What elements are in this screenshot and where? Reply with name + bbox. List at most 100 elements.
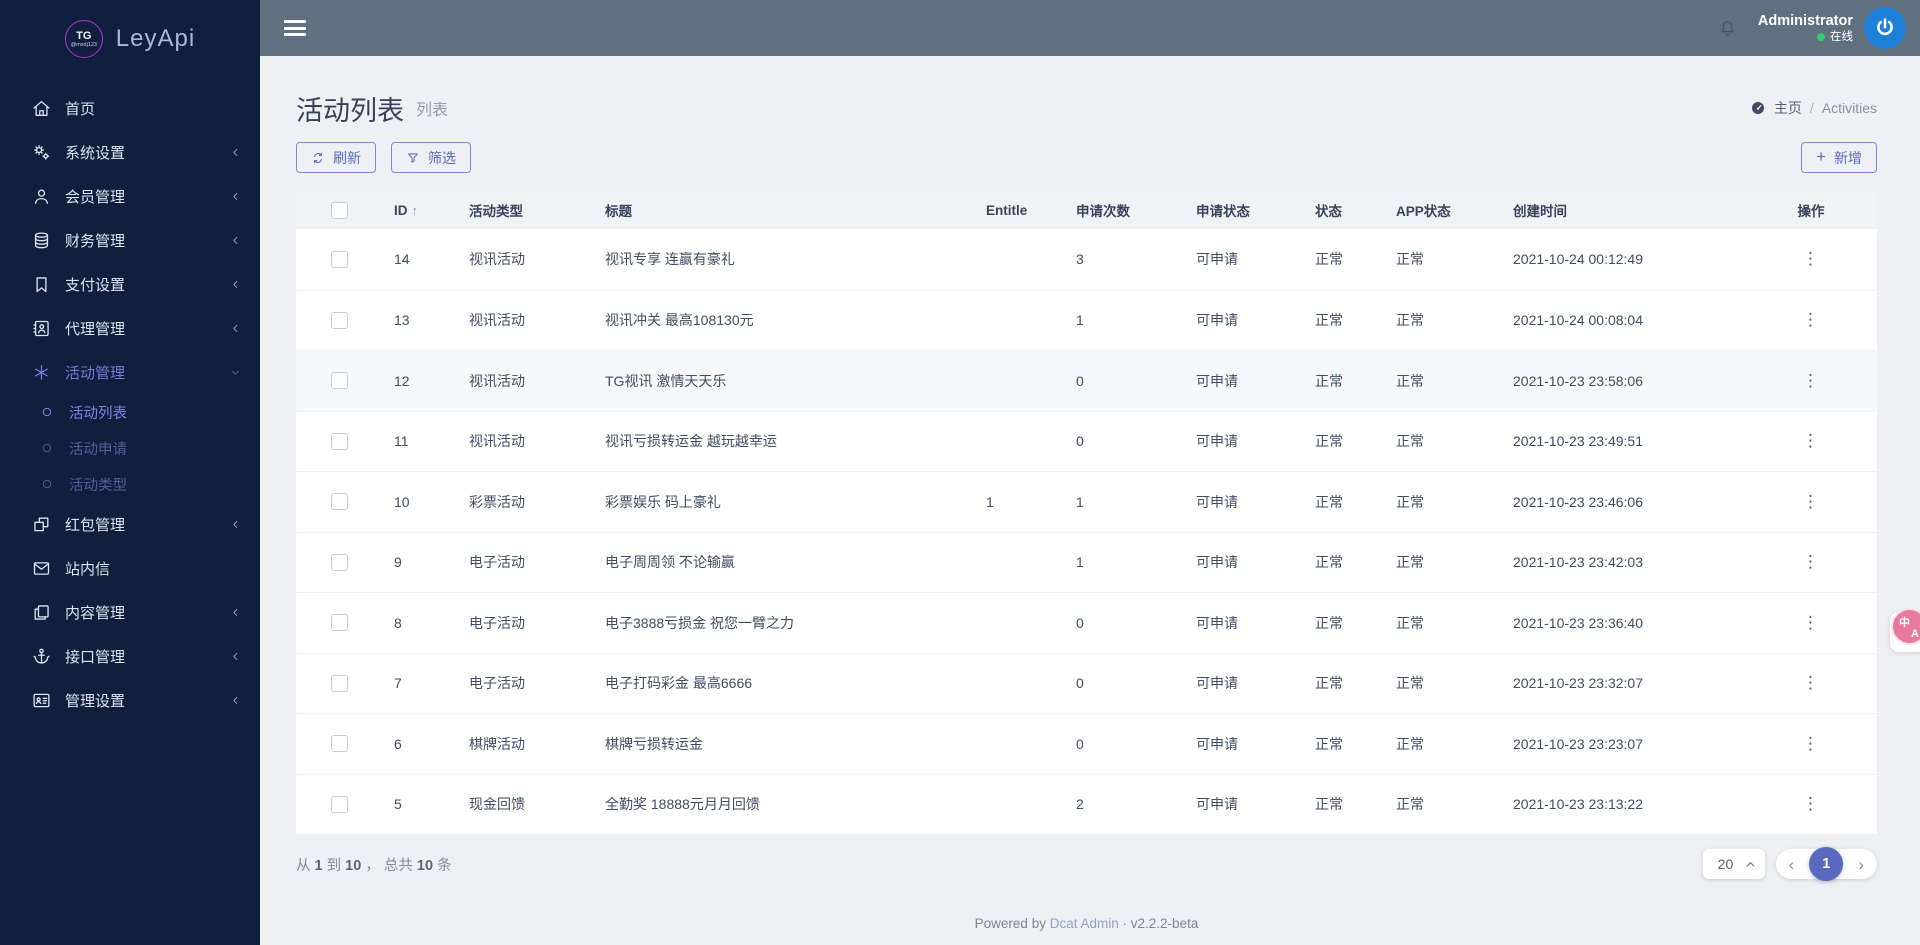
user-info[interactable]: Administrator 在线 [1758,12,1853,45]
actions-cell: ⋮ [1745,429,1877,453]
sidebar-item-label: 支付设置 [65,276,126,294]
row-checkbox[interactable] [330,493,348,511]
row-actions-icon[interactable]: ⋮ [1794,671,1828,695]
footer: Powered by Dcat Admin · v2.2.2-beta [296,894,1877,931]
column-header[interactable]: ID ↑ [382,203,457,218]
row-actions-icon[interactable]: ⋮ [1794,550,1828,574]
logo-badge-sub: @msdj123 [70,41,97,48]
prev-page-button[interactable]: ‹ [1787,856,1797,873]
sidebar-item-activity-management[interactable]: 活动管理 [0,350,260,394]
cell: 2021-10-23 23:42:03 [1513,554,1643,571]
chevron-left-icon [229,694,242,707]
refresh-button[interactable]: 刷新 [296,142,376,173]
cell: 视讯活动 [469,372,525,389]
cell: 正常 [1396,796,1424,813]
cell: 正常 [1396,251,1424,268]
row-actions-icon[interactable]: ⋮ [1794,429,1828,453]
summary-number: 1 [314,857,323,874]
refresh-label: 刷新 [333,149,361,166]
sidebar-item-site-message[interactable]: 站内信 [0,546,260,590]
row-checkbox[interactable] [330,432,348,450]
breadcrumb-current: Activities [1821,100,1877,116]
cell: 正常 [1396,554,1424,571]
cell: 正常 [1315,493,1343,510]
current-page-button[interactable]: 1 [1809,847,1844,881]
row-checkbox[interactable] [330,674,348,692]
logo-badge-top: TG [76,29,92,42]
chevron-left-icon [229,650,242,663]
translate-button[interactable]: 中 A [1891,608,1920,645]
sidebar-subitem-label: 活动申请 [69,441,127,458]
cell: 视讯冲关 最高108130元 [605,312,754,329]
avatar[interactable] [1864,7,1906,49]
cell: 2021-10-23 23:49:51 [1513,433,1643,450]
row-checkbox[interactable] [330,372,348,390]
row-actions-icon[interactable]: ⋮ [1794,308,1828,332]
sidebar-item-home[interactable]: 首页 [0,86,260,130]
summary-number: 10 [345,857,362,874]
row-checkbox[interactable] [330,311,348,329]
cell: 14 [394,251,410,268]
row-actions-icon[interactable]: ⋮ [1794,369,1828,393]
page-content: 活动列表 列表 主页 / Activities 刷新 筛选 + 新增 ID ↑ … [260,56,1920,945]
row-checkbox[interactable] [330,735,348,753]
top-navbar: Administrator 在线 [260,0,1920,56]
cell: 可申请 [1196,251,1238,268]
row-checkbox-cell [296,553,382,571]
column-header: 创建时间 [1513,204,1567,219]
row-checkbox[interactable] [330,250,348,268]
row-checkbox[interactable] [330,614,348,632]
filter-button[interactable]: 筛选 [391,142,471,173]
breadcrumb-home-link[interactable]: 主页 [1774,98,1802,118]
envelope-icon [31,558,52,579]
row-actions-icon[interactable]: ⋮ [1794,732,1828,756]
sidebar-item-member-management[interactable]: 会员管理 [0,174,260,218]
add-button[interactable]: + 新增 [1801,142,1877,173]
row-checkbox[interactable] [330,553,348,571]
user-status: 在线 [1758,30,1853,44]
sidebar-item-api-management[interactable]: 接口管理 [0,634,260,678]
sidebar-subitem-activity-apply[interactable]: 活动申请 [0,430,260,466]
translate-icon: 中 [1899,617,1910,629]
sidebar-item-finance-management[interactable]: 财务管理 [0,218,260,262]
pager: ‹ 1 › [1775,847,1877,881]
cell: 8 [394,614,402,631]
boxes-icon [31,514,52,535]
table-row: 14 视讯活动 视讯专享 连赢有豪礼 3 可申请 正常 正常 2021-10-24 00:12… [296,229,1877,290]
sidebar-item-redpacket-management[interactable]: 红包管理 [0,502,260,546]
sidebar-subitem-activity-list[interactable]: 活动列表 [0,394,260,430]
dcat-admin-link[interactable]: Dcat Admin [1050,916,1119,931]
next-page-button[interactable]: › [1856,856,1866,873]
cell: 电子打码彩金 最高6666 [605,675,753,692]
row-actions-icon[interactable]: ⋮ [1794,490,1828,514]
app-window: TG @msdj123 LeyApi 首页 系统设置 会员管理 财务管理支付设置代理管… [0,0,1920,945]
sidebar-item-admin-settings[interactable]: 管理设置 [0,678,260,722]
sidebar-item-content-management[interactable]: 内容管理 [0,590,260,634]
row-actions-icon[interactable]: ⋮ [1794,247,1828,271]
sort-asc-icon[interactable]: ↑ [412,203,419,218]
cell: 2021-10-23 23:46:06 [1513,493,1643,510]
row-checkbox[interactable] [330,795,348,813]
row-checkbox-cell [296,372,382,390]
sidebar-subitem-activity-type[interactable]: 活动类型 [0,466,260,502]
cell: 1 [986,493,994,510]
circle-icon [39,440,55,456]
bell-icon[interactable] [1717,18,1738,39]
cell: 1 [1076,312,1084,329]
sidebar-item-agent-management[interactable]: 代理管理 [0,306,260,350]
database-icon [31,230,52,251]
cell: 正常 [1396,312,1424,329]
cell: 2021-10-23 23:13:22 [1513,796,1643,813]
sidebar-item-payment-settings[interactable]: 支付设置 [0,262,260,306]
column-header: Entitle [986,202,1028,218]
menu-toggle-icon[interactable] [284,17,306,40]
column-header: 申请状态 [1196,204,1250,219]
row-actions-icon[interactable]: ⋮ [1794,611,1828,635]
select-all-checkbox[interactable] [330,201,348,219]
add-label: 新增 [1834,149,1862,166]
logo[interactable]: TG @msdj123 LeyApi [0,0,260,78]
page-size-select[interactable]: 20 [1702,849,1765,879]
sidebar-item-system-settings[interactable]: 系统设置 [0,130,260,174]
row-actions-icon[interactable]: ⋮ [1794,792,1828,816]
table-row: 7 电子活动 电子打码彩金 最高6666 0 可申请 正常 正常 2021-10-23 23:… [296,652,1877,714]
